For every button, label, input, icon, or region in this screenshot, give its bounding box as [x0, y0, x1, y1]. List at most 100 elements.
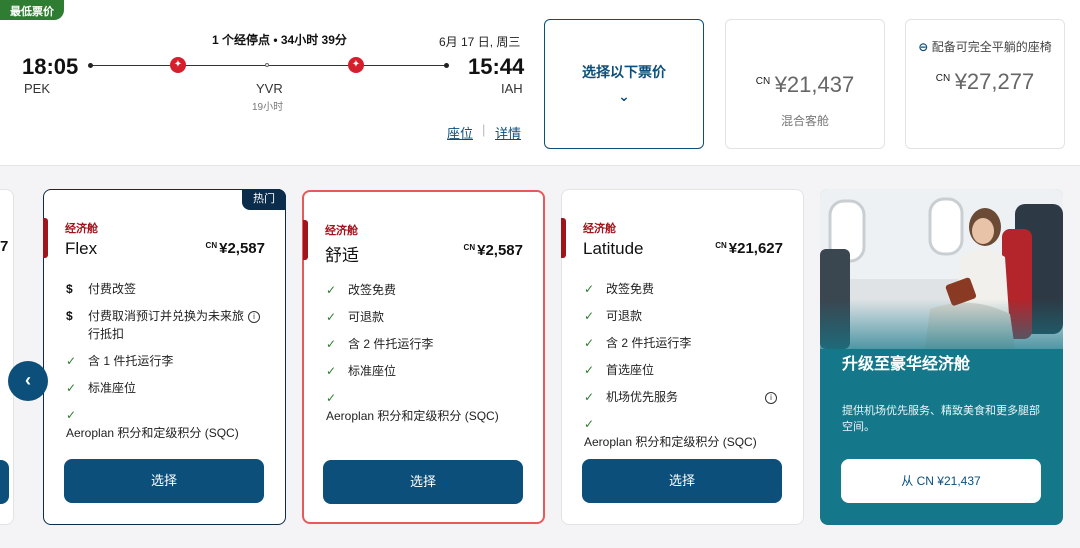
- maple-leaf-icon: ✦: [170, 57, 186, 73]
- promo-description: 提供机场优先服务、精致美食和更多腿部空间。: [842, 405, 1040, 433]
- stops-duration: 1 个经停点 • 34小时 39分: [212, 33, 347, 47]
- cabin-label: 经济舱: [65, 223, 98, 235]
- info-icon[interactable]: i: [765, 392, 777, 404]
- feature-text: 付费改签: [88, 282, 137, 296]
- departure-time: 18:05: [22, 54, 79, 79]
- feature-item: ✓ 含 2 件托运行李: [326, 335, 526, 353]
- arrival-time: 15:44: [468, 54, 525, 79]
- select-flex-button[interactable]: 选择: [64, 459, 264, 503]
- check-icon: ✓: [326, 364, 337, 378]
- lie-flat-note: 配备可完全平躺的座椅: [931, 40, 1052, 54]
- feature-item: ✓ 含 2 件托运行李: [584, 334, 784, 352]
- feature-item: ✓ 标准座位: [66, 379, 266, 397]
- mixed-cabin-label: 混合客舱: [780, 114, 829, 128]
- chevron-left-icon: ‹: [25, 370, 31, 390]
- fare-name: 舒适: [325, 246, 359, 265]
- feature-text: Aeroplan 积分和定级积分 (SQC): [326, 409, 499, 423]
- check-icon: ✓: [584, 390, 595, 404]
- fare-price: CN ¥2,587: [464, 242, 523, 259]
- popular-badge: 热门: [242, 189, 286, 210]
- fare-price-value: ¥21,627: [728, 240, 783, 257]
- fare-price-value: ¥2,587: [477, 242, 523, 259]
- info-icon[interactable]: i: [248, 311, 260, 323]
- lowest-fare-badge: 最低票价: [0, 0, 64, 20]
- maple-leaf-icon: ✦: [348, 57, 364, 73]
- seats-link[interactable]: 座位: [447, 123, 473, 142]
- feature-text: Aeroplan 积分和定级积分 (SQC): [66, 426, 239, 440]
- promo-title: 升级至豪华经济舱: [842, 356, 971, 373]
- stop-dot: [265, 63, 269, 67]
- premium-economy-promo: 升级至豪华经济舱 提供机场优先服务、精致美食和更多腿部空间。 从 CN ¥21,…: [820, 189, 1063, 525]
- check-icon: ✓: [326, 283, 337, 297]
- lie-flat-price-box[interactable]: ⊖ 配备可完全平躺的座椅 CN ¥27,277: [905, 19, 1065, 149]
- check-icon: ✓: [584, 336, 595, 350]
- feature-text: 机场优先服务: [606, 390, 679, 404]
- feature-text: 可退款: [348, 310, 385, 324]
- currency-code: CN: [205, 241, 218, 250]
- feature-text: 标准座位: [348, 364, 397, 378]
- mixed-cabin-price: ¥21,437: [774, 72, 855, 97]
- feature-item: ✓ 可退款: [584, 307, 784, 325]
- feature-item: ✓ 改签免费: [584, 280, 784, 298]
- fare-card-flex[interactable]: 热门 经济舱 Flex CN ¥2,587 $ 付费改签 $ 付费取消预订并兑换为未来…: [43, 189, 286, 525]
- feature-item: ✓ 机场优先服务: [584, 388, 784, 406]
- chevron-down-icon: ⌄: [618, 88, 630, 104]
- partial-price-digit: 7: [0, 238, 9, 255]
- currency-code: CN: [935, 73, 951, 84]
- feature-item: ✓ 首选座位: [584, 361, 784, 379]
- check-icon: ✓: [584, 309, 595, 323]
- feature-item: $ 付费改签: [66, 280, 266, 298]
- fare-name: Latitude: [583, 239, 644, 258]
- select-latitude-button[interactable]: 选择: [582, 459, 782, 503]
- cabin-label: 经济舱: [583, 223, 616, 235]
- arrival-date: 6月 17 日, 周三: [439, 35, 521, 49]
- fare-card-latitude[interactable]: 经济舱 Latitude CN ¥21,627 ✓ 改签免费 ✓ 可退款 ✓ 含 2 件…: [561, 189, 804, 525]
- departure-airport: PEK: [24, 81, 51, 96]
- feature-text: 首选座位: [606, 363, 655, 377]
- check-icon: ✓: [584, 417, 595, 431]
- check-icon: ✓: [326, 310, 337, 324]
- feature-item: ✓ 改签免费: [326, 281, 526, 299]
- fare-price: CN ¥21,627: [715, 240, 783, 257]
- dollar-icon: $: [66, 309, 73, 323]
- check-icon: ✓: [584, 363, 595, 377]
- carousel-prev-button[interactable]: ‹: [8, 361, 48, 401]
- feature-text: 改签免费: [606, 282, 655, 296]
- origin-dot: [88, 63, 93, 68]
- details-link[interactable]: 详情: [495, 123, 521, 142]
- feature-text: Aeroplan 积分和定级积分 (SQC): [584, 435, 757, 449]
- mixed-cabin-price-box[interactable]: CN ¥21,437 混合客舱: [725, 19, 885, 149]
- currency-code: CN: [715, 241, 727, 250]
- lie-flat-price: ¥27,277: [954, 69, 1035, 94]
- check-icon: ✓: [326, 337, 337, 351]
- currency-code: CN: [463, 243, 476, 252]
- feature-item: ✓ Aeroplan 积分和定级积分 (SQC): [326, 389, 526, 425]
- feature-item: ✓ 可退款: [326, 308, 526, 326]
- select-fare-label: 选择以下票价: [582, 64, 666, 80]
- feature-text: 含 2 件托运行李: [348, 337, 434, 351]
- feature-item: ✓ 标准座位: [326, 362, 526, 380]
- upgrade-price-button[interactable]: 从 CN ¥21,437: [841, 459, 1041, 503]
- partial-fare-card: 7: [0, 189, 14, 525]
- currency-code: CN: [755, 76, 771, 87]
- select-comfort-button[interactable]: 选择: [323, 460, 523, 504]
- check-icon: ✓: [66, 381, 77, 395]
- cabin-accent-bar: [561, 218, 566, 258]
- fare-name: Flex: [65, 239, 98, 258]
- fare-price: CN ¥2,587: [206, 240, 265, 257]
- lie-flat-seat-icon: ⊖: [918, 40, 929, 54]
- fare-card-comfort[interactable]: 经济舱 舒适 CN ¥2,587 ✓ 改签免费 ✓ 可退款 ✓ 含 2 件托运行李 ✓ 标…: [302, 190, 545, 524]
- check-icon: ✓: [584, 282, 595, 296]
- partial-select-button[interactable]: [0, 460, 9, 504]
- feature-item: ✓ Aeroplan 积分和定级积分 (SQC): [584, 415, 784, 451]
- feature-text: 含 1 件托运行李: [88, 354, 174, 368]
- cabin-accent-bar: [303, 220, 308, 260]
- link-divider: |: [482, 122, 486, 137]
- select-fare-dropdown[interactable]: 选择以下票价 ⌄: [544, 19, 704, 149]
- check-icon: ✓: [66, 408, 77, 422]
- feature-text: 标准座位: [88, 381, 137, 395]
- feature-text: 付费取消预订并兑换为未来旅行抵扣: [88, 309, 245, 341]
- flight-summary: 最低票价 18:05 PEK 1 个经停点 • 34小时 39分 6月 17 日…: [0, 0, 1080, 166]
- arrival-airport: IAH: [501, 81, 523, 96]
- stop-airport: YVR: [256, 81, 283, 96]
